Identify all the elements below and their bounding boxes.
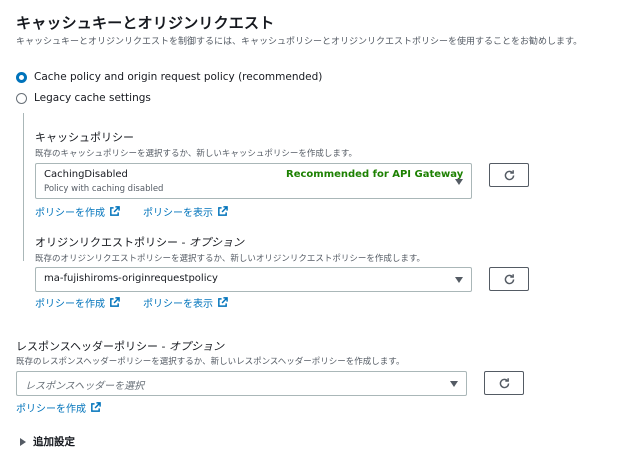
origin-request-policy-description: 既存のオリジンリクエストポリシーを選択するか、新しいオリジンリクエストポリシーを… (35, 254, 425, 264)
refresh-icon (504, 273, 514, 284)
view-cache-policy-link[interactable]: ポリシーを表示 (143, 204, 228, 219)
cache-policy-value: CachingDisabled (44, 169, 128, 180)
external-link-icon (218, 297, 228, 307)
link-label: ポリシーを作成 (35, 299, 105, 310)
radio-unselected-icon[interactable] (16, 92, 27, 104)
chevron-down-icon (455, 179, 463, 185)
radio-label: Cache policy and origin request policy (… (34, 71, 323, 83)
create-cache-policy-link[interactable]: ポリシーを作成 (35, 204, 120, 219)
label-text: オリジンリクエストポリシー - (35, 236, 189, 249)
external-link-icon (110, 297, 120, 307)
create-response-headers-policy-link[interactable]: ポリシーを作成 (16, 400, 101, 415)
origin-request-policy-label: オリジンリクエストポリシー - オプション (35, 234, 244, 250)
cache-policy-value-desc: Policy with caching disabled (44, 184, 164, 194)
link-label: ポリシーを表示 (143, 299, 213, 310)
origin-request-policy-value: ma-fujishiroms-originrequestpolicy (44, 273, 218, 284)
additional-settings-label: 追加設定 (33, 436, 75, 448)
radio-selected-icon[interactable] (16, 71, 27, 83)
optional-text: オプション (188, 236, 244, 249)
link-label: ポリシーを表示 (143, 208, 213, 219)
response-headers-policy-description: 既存のレスポンスヘッダーポリシーを選択するか、新しいレスポンスヘッダーポリシーを… (16, 357, 405, 367)
external-link-icon (218, 206, 228, 216)
section-title: キャッシュキーとオリジンリクエスト (16, 14, 275, 32)
cache-policy-description: 既存のキャッシュポリシーを選択するか、新しいキャッシュポリシーを作成します。 (35, 149, 357, 159)
chevron-down-icon (455, 277, 463, 283)
refresh-origin-request-policy-button[interactable] (489, 267, 529, 291)
cache-policy-label: キャッシュポリシー (35, 131, 134, 144)
radio-label: Legacy cache settings (34, 92, 151, 104)
response-headers-policy-label: レスポンスヘッダーポリシー - オプション (16, 338, 224, 354)
link-label: ポリシーを作成 (35, 208, 105, 219)
external-link-icon (91, 402, 101, 412)
recommended-badge: Recommended for API Gateway (286, 169, 464, 180)
refresh-response-headers-policy-button[interactable] (484, 371, 524, 395)
origin-request-policy-select[interactable]: ma-fujishiroms-originrequestpolicy (35, 267, 472, 292)
radio-cache-policy[interactable]: Cache policy and origin request policy (… (16, 71, 322, 83)
radio-legacy-cache[interactable]: Legacy cache settings (16, 92, 151, 104)
external-link-icon (110, 206, 120, 216)
response-headers-policy-select[interactable]: レスポンスヘッダーを選択 (16, 371, 467, 396)
refresh-icon (504, 169, 514, 180)
chevron-down-icon (450, 381, 458, 387)
response-headers-placeholder: レスポンスヘッダーを選択 (25, 381, 145, 392)
refresh-icon (499, 377, 509, 388)
optional-text: オプション (168, 340, 224, 353)
additional-settings-toggle[interactable]: 追加設定 (20, 434, 75, 449)
cache-policy-select[interactable]: CachingDisabled Policy with caching disa… (35, 163, 472, 199)
label-text: レスポンスヘッダーポリシー - (16, 340, 169, 353)
refresh-cache-policy-button[interactable] (489, 163, 529, 187)
create-origin-request-policy-link[interactable]: ポリシーを作成 (35, 295, 120, 310)
section-description: キャッシュキーとオリジンリクエストを制御するには、キャッシュポリシーとオリジンリ… (16, 37, 583, 47)
link-label: ポリシーを作成 (16, 404, 86, 415)
indent-guide (23, 113, 24, 261)
view-origin-request-policy-link[interactable]: ポリシーを表示 (143, 295, 228, 310)
caret-right-icon (20, 437, 26, 446)
